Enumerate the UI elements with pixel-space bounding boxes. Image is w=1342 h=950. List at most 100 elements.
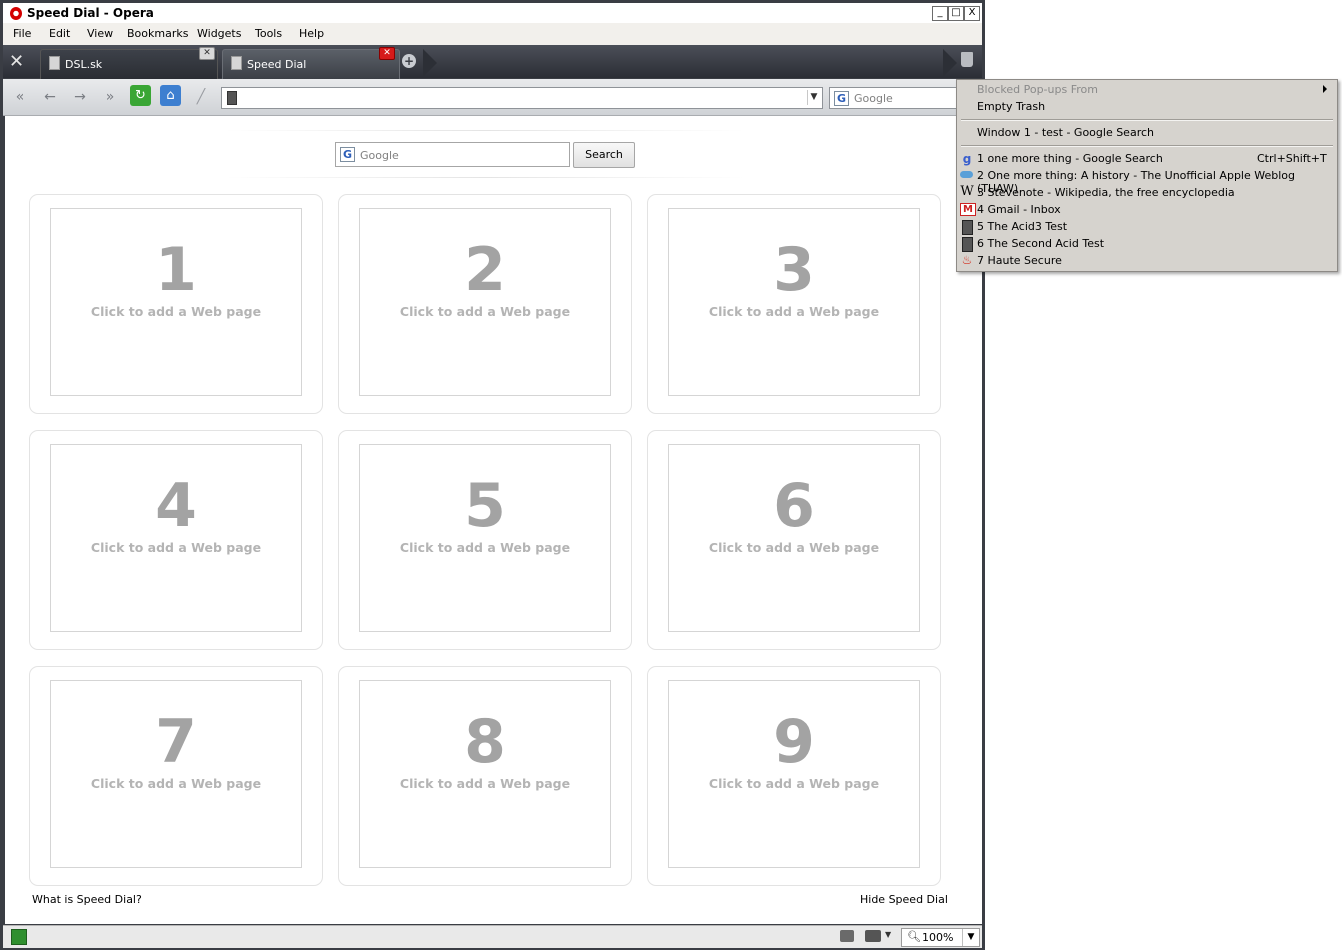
closed-window-item[interactable]: Window 1 - test - Google Search [977,126,1154,139]
tuaw-icon [960,171,973,178]
closed-tab-label: 4 Gmail - Inbox [977,203,1061,216]
blocked-popups-item[interactable]: Blocked Pop-ups From [977,83,1098,96]
speed-dial-label: Click to add a Web page [708,540,880,555]
speed-dial-thumbnail: 4 Click to add a Web page [50,444,302,632]
speed-dial-number: 1 [155,235,197,305]
empty-trash-item[interactable]: Empty Trash [977,100,1045,113]
closed-tab-item-4[interactable]: M 4 Gmail - Inbox [957,202,1337,219]
chevron-down-icon[interactable]: ▼ [885,930,891,939]
speed-dial-cell-2[interactable]: 2 Click to add a Web page [338,194,632,414]
closed-tab-item-6[interactable]: 6 The Second Acid Test [957,236,1337,253]
tab-close-icon[interactable]: ✕ [199,47,215,60]
speed-dial-cell-1[interactable]: 1 Click to add a Web page [29,194,323,414]
speed-dial-thumbnail: 8 Click to add a Web page [359,680,611,868]
closed-tab-label: 6 The Second Acid Test [977,237,1105,250]
speed-dial-label: Click to add a Web page [708,304,880,319]
search-placeholder: Google [360,149,399,162]
divider [225,130,745,131]
wand-icon[interactable]: ╱ [191,87,211,107]
closed-tab-item-2[interactable]: 2 One more thing: A history - The Unoffi… [957,168,1337,195]
trash-icon[interactable] [961,52,973,67]
zoom-control[interactable]: 🔍︎ 100% ▼ [901,928,980,947]
speed-dial-number: 6 [773,471,815,541]
tab-label: DSL.sk [65,58,103,71]
close-button[interactable]: X [964,6,980,21]
what-is-speed-dial-link[interactable]: What is Speed Dial? [32,893,142,906]
rewind-icon[interactable]: « [9,86,31,108]
closed-tab-label: 1 one more thing - Google Search [977,152,1163,165]
forward-icon[interactable]: → [69,86,91,108]
zoom-dropdown-icon[interactable]: ▼ [962,929,979,946]
window-title: Speed Dial - Opera [27,6,154,20]
page-icon [227,91,237,105]
magnifier-icon: 🔍︎ [907,930,921,943]
browser-window: Speed Dial - Opera _ □ X File Edit View … [0,0,985,950]
hide-speed-dial-link[interactable]: Hide Speed Dial [860,893,948,906]
tab-close-icon[interactable]: ✕ [379,47,395,60]
trash-menu: Blocked Pop-ups From Empty Trash Window … [956,79,1338,272]
reload-icon[interactable]: ↻ [130,85,151,106]
document-icon [962,237,973,252]
network-status-icon[interactable] [11,929,27,945]
speed-dial-cell-9[interactable]: 9 Click to add a Web page [647,666,941,886]
camera-icon[interactable] [840,930,854,942]
menu-file[interactable]: File [13,27,31,40]
document-icon [962,220,973,235]
search-button[interactable]: Search [573,142,635,168]
menu-widgets[interactable]: Widgets [197,27,241,40]
submenu-arrow-icon [1323,85,1327,93]
address-dropdown-icon[interactable]: ▼ [807,90,820,105]
speed-dial-page: G Google Search 1 Click to add a Web pag… [5,116,982,924]
maximize-button[interactable]: □ [948,6,964,21]
speed-dial-number: 2 [464,235,506,305]
closed-tab-item-5[interactable]: 5 The Acid3 Test [957,219,1337,236]
title-bar: Speed Dial - Opera _ □ X [3,3,982,24]
zoom-value: 100% [922,931,954,944]
tab-speed-dial[interactable]: Speed Dial ✕ [222,47,400,80]
wikipedia-icon: W [960,184,974,199]
flame-icon: ♨ [961,253,973,267]
speed-dial-cell-5[interactable]: 5 Click to add a Web page [338,430,632,650]
closed-tab-item-3[interactable]: W 3 Stevenote - Wikipedia, the free ency… [957,185,1337,202]
closed-tab-item-7[interactable]: ♨ 7 Haute Secure [957,253,1337,270]
closed-tab-label: 5 The Acid3 Test [977,220,1068,233]
speed-dial-label: Click to add a Web page [399,540,571,555]
speed-dial-cell-6[interactable]: 6 Click to add a Web page [647,430,941,650]
fast-forward-icon[interactable]: » [99,86,121,108]
snapshot-icon[interactable] [865,930,881,942]
speed-dial-thumbnail: 2 Click to add a Web page [359,208,611,396]
speed-dial-cell-8[interactable]: 8 Click to add a Web page [338,666,632,886]
minimize-button[interactable]: _ [932,6,948,21]
speed-dial-number: 9 [773,707,815,777]
speed-dial-thumbnail: 3 Click to add a Web page [668,208,920,396]
tools-icon[interactable]: ✕ [9,52,31,72]
back-icon[interactable]: ← [39,86,61,108]
address-field[interactable]: ▼ [221,87,823,109]
speed-dial-number: 3 [773,235,815,305]
menu-help[interactable]: Help [299,27,324,40]
toolbar-search-input[interactable]: G Google [829,87,971,109]
speed-dial-cell-3[interactable]: 3 Click to add a Web page [647,194,941,414]
speed-dial-label: Click to add a Web page [399,304,571,319]
new-tab-icon[interactable]: + [402,54,416,68]
menu-edit[interactable]: Edit [49,27,70,40]
speed-dial-label: Click to add a Web page [90,776,262,791]
menu-separator [961,145,1333,147]
menu-separator [961,119,1333,121]
menu-tools[interactable]: Tools [255,27,282,40]
speed-dial-thumbnail: 5 Click to add a Web page [359,444,611,632]
speed-dial-label: Click to add a Web page [399,776,571,791]
menu-view[interactable]: View [87,27,113,40]
home-icon[interactable]: ⌂ [160,85,181,106]
tab-dsl[interactable]: DSL.sk ✕ [40,47,218,80]
search-placeholder: Google [854,92,893,105]
speed-dial-cell-4[interactable]: 4 Click to add a Web page [29,430,323,650]
menu-bookmarks[interactable]: Bookmarks [127,27,188,40]
google-icon: G [340,147,355,162]
divider [225,177,745,178]
closed-tab-item-1[interactable]: g 1 one more thing - Google Search Ctrl+… [957,151,1337,168]
speed-dial-search-input[interactable]: G Google [335,142,570,167]
speed-dial-cell-7[interactable]: 7 Click to add a Web page [29,666,323,886]
speed-dial-label: Click to add a Web page [90,304,262,319]
speed-dial-number: 4 [155,471,197,541]
